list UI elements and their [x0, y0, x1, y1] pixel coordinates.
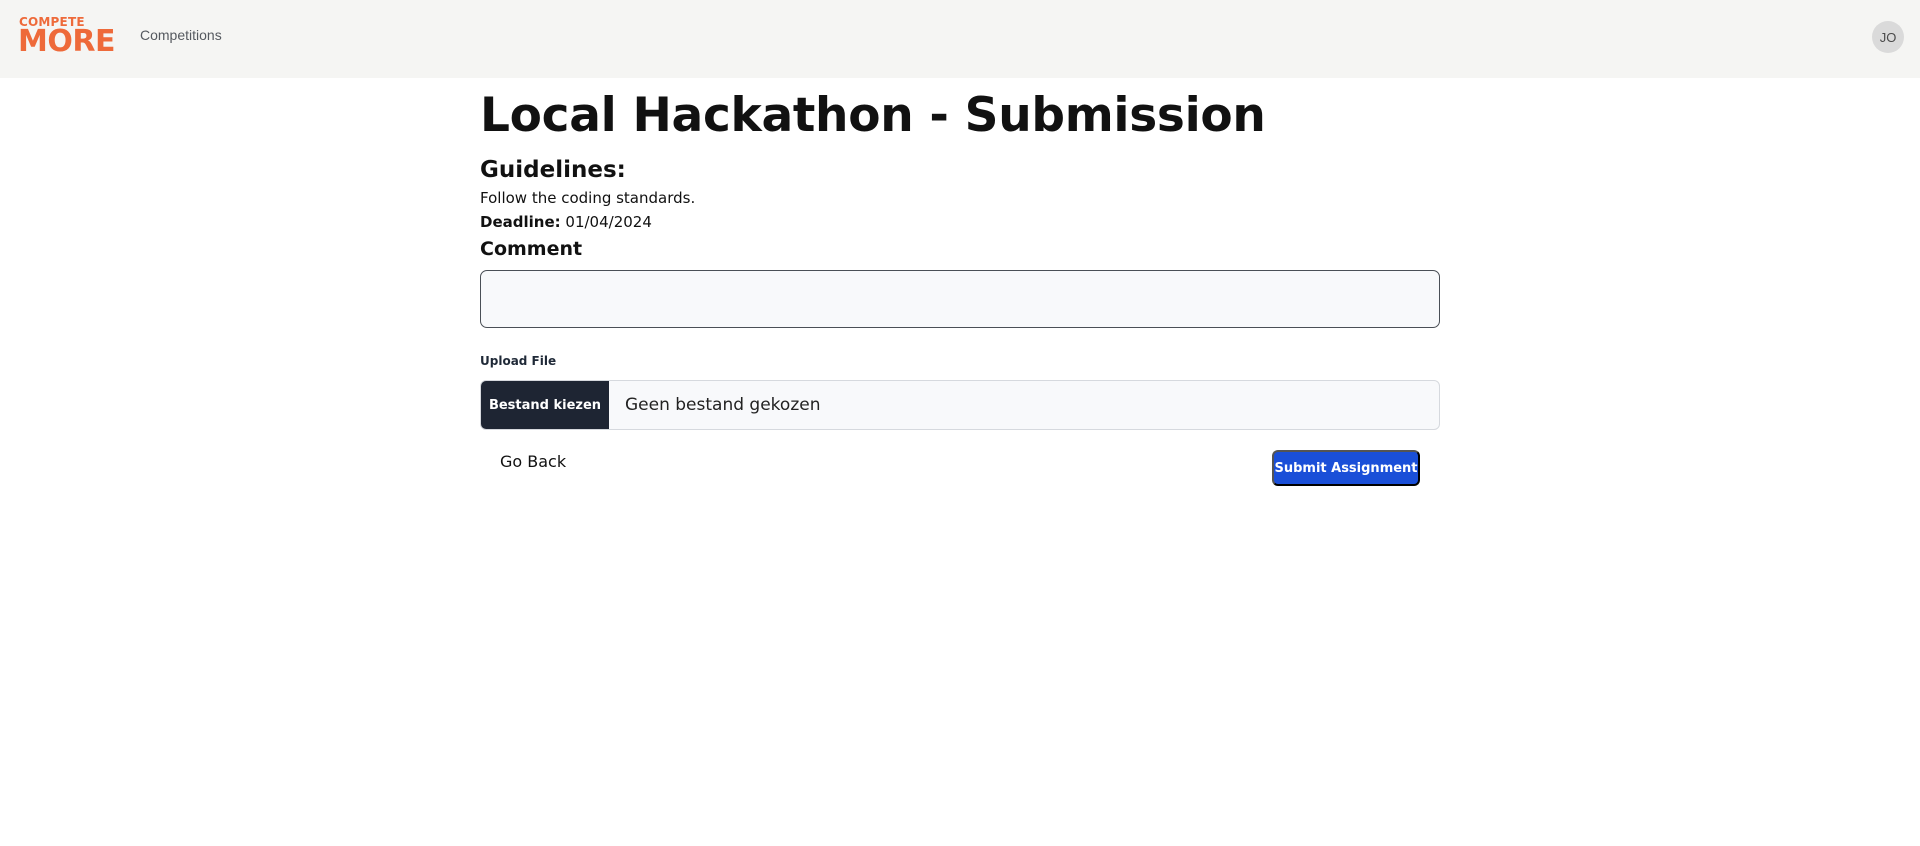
- deadline-value: 01/04/2024: [565, 213, 652, 231]
- go-back-button[interactable]: Go Back: [500, 452, 566, 471]
- deadline-label: Deadline:: [480, 213, 561, 231]
- page-title: Local Hackathon - Submission: [480, 88, 1266, 143]
- compete-more-logo[interactable]: COMPETE MORE: [18, 16, 115, 59]
- comment-label: Comment: [480, 238, 583, 260]
- guidelines-heading: Guidelines:: [480, 157, 626, 183]
- comment-input[interactable]: [480, 270, 1440, 328]
- nav-link-competitions[interactable]: Competitions: [140, 27, 222, 43]
- deadline-row: Deadline: 01/04/2024: [480, 213, 652, 231]
- guidelines-text: Follow the coding standards.: [480, 189, 696, 207]
- upload-file-label: Upload File: [480, 354, 557, 368]
- top-navbar: COMPETE MORE Competitions JO: [0, 0, 1920, 78]
- logo-text-bottom: MORE: [18, 24, 115, 59]
- file-status-text: Geen bestand gekozen: [625, 395, 821, 415]
- choose-file-button[interactable]: Bestand kiezen: [481, 381, 609, 429]
- user-avatar[interactable]: JO: [1872, 21, 1904, 53]
- file-upload-input[interactable]: Bestand kiezen Geen bestand gekozen: [480, 380, 1440, 430]
- submit-assignment-button[interactable]: Submit Assignment: [1272, 450, 1420, 486]
